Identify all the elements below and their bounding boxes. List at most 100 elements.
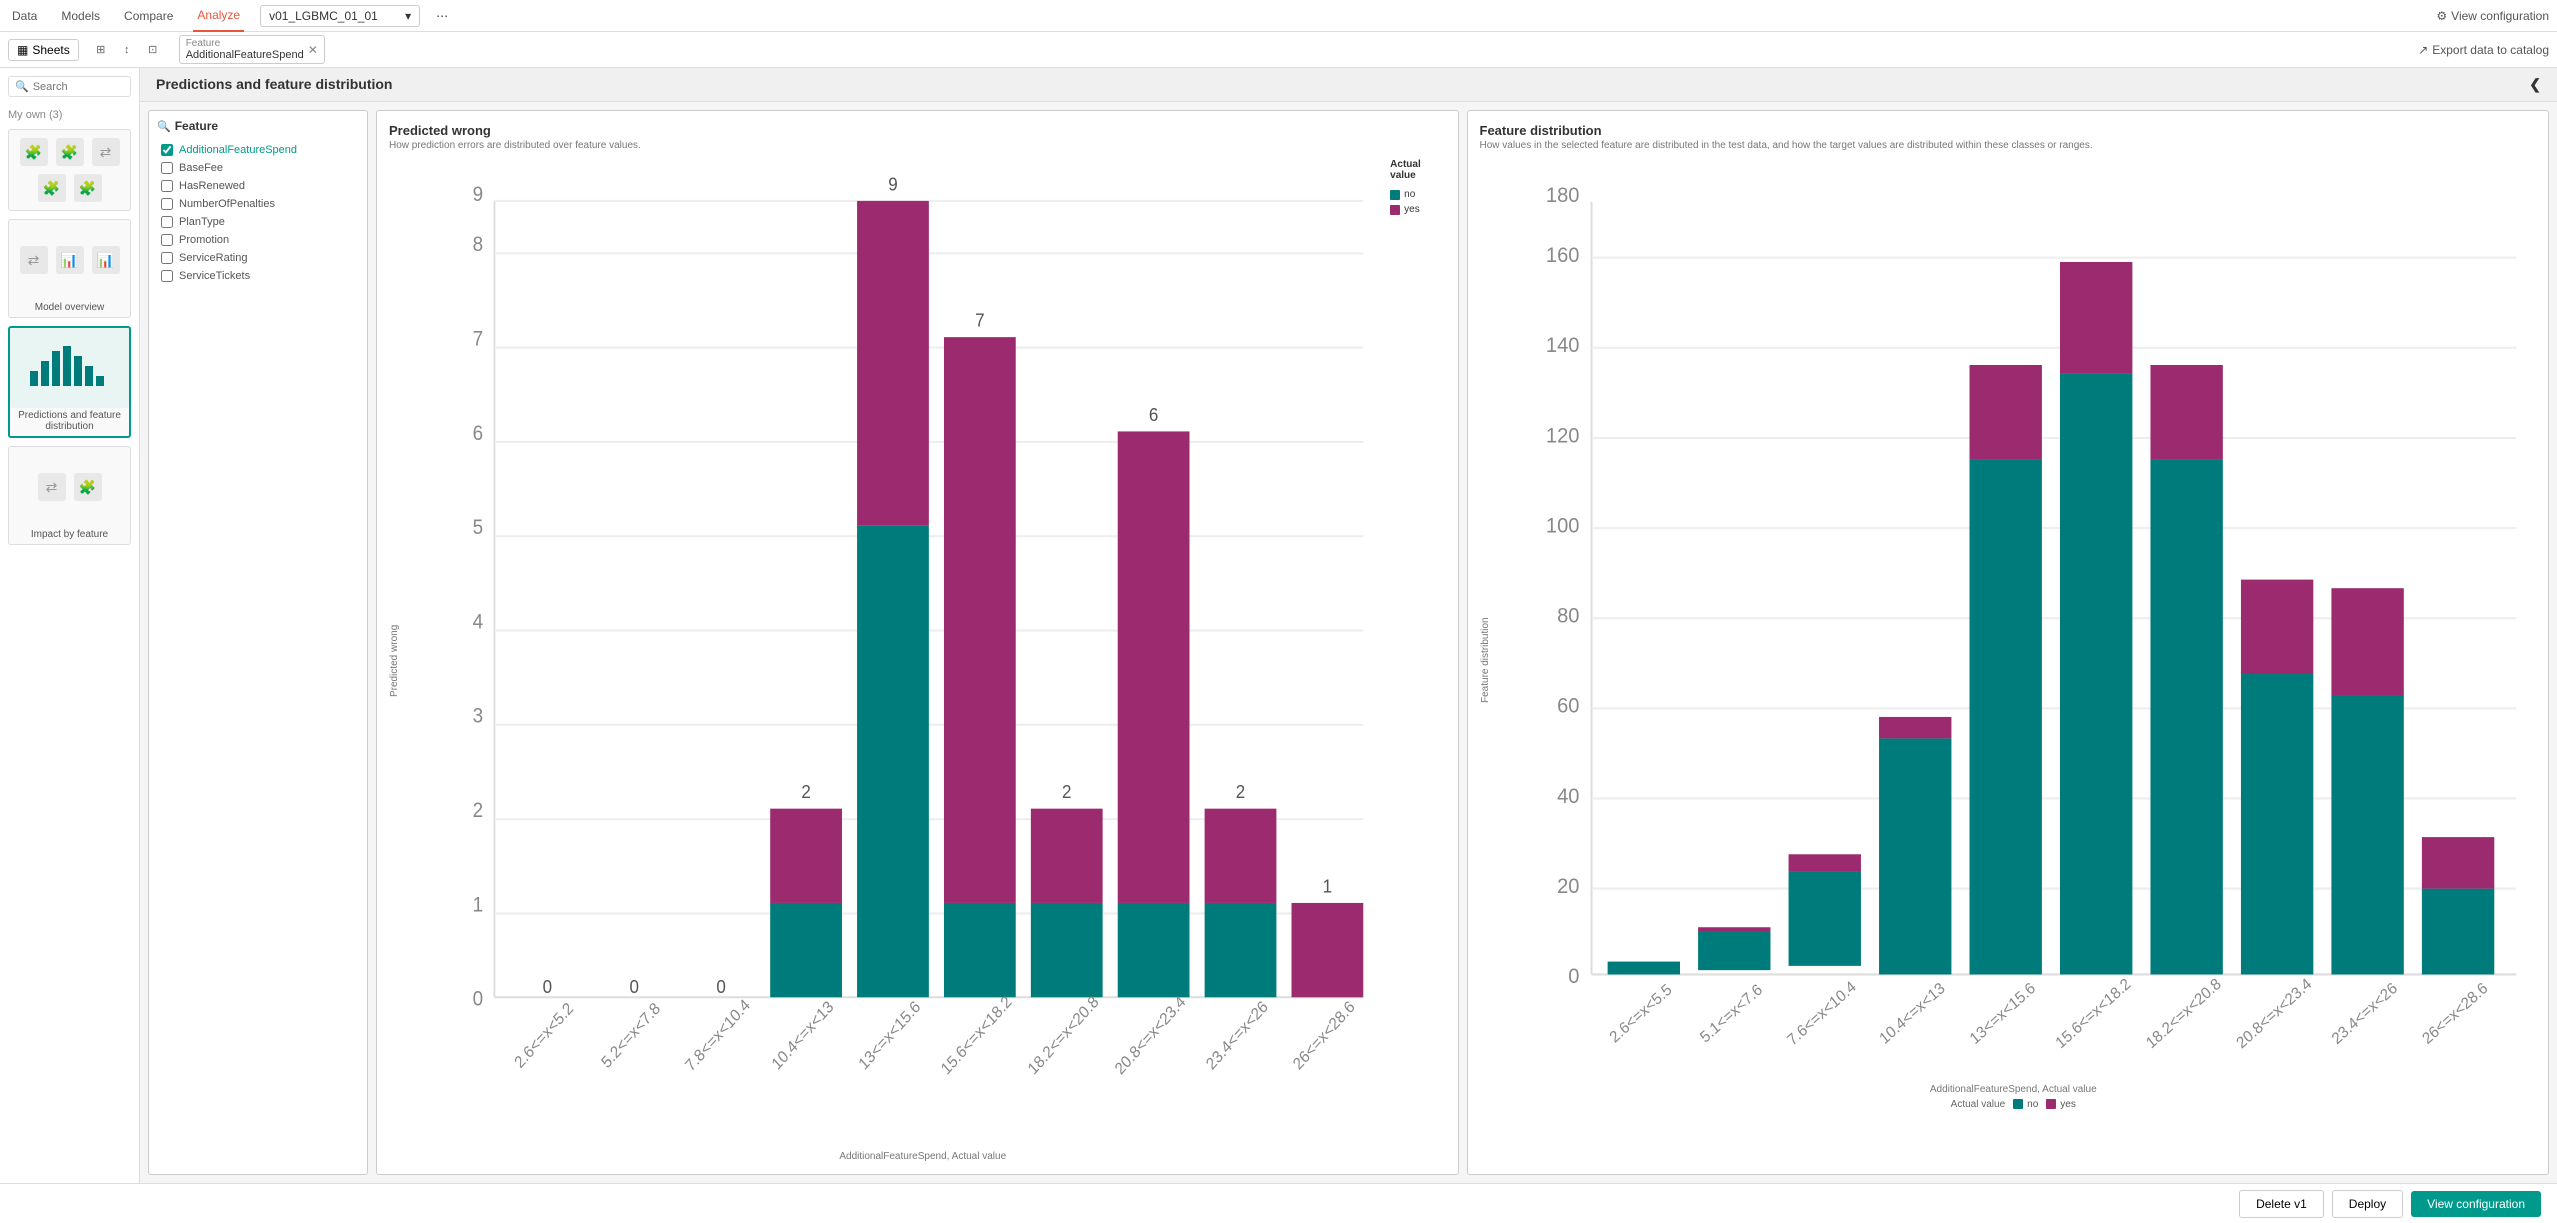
feature-label-2: HasRenewed [179, 180, 245, 192]
feature-item-servicerating[interactable]: ServiceRating [157, 249, 359, 267]
legend-dot-yes-1 [1390, 205, 1400, 215]
sheet-card-3-content [10, 328, 129, 408]
svg-text:1: 1 [1323, 876, 1332, 897]
svg-text:15.6<=x<18.2: 15.6<=x<18.2 [2052, 975, 2133, 1052]
dist-dot-yes [2046, 1099, 2056, 1109]
nav-models[interactable]: Models [57, 0, 104, 32]
export-icon: ↗ [2418, 43, 2428, 57]
deploy-button[interactable]: Deploy [2332, 1190, 2403, 1218]
feature-label-5: Promotion [179, 234, 229, 246]
search-icon: 🔍 [15, 80, 29, 93]
model-dropdown[interactable]: v01_LGBMC_01_01 ▾ [260, 5, 420, 27]
feature-checkbox-5[interactable] [161, 234, 173, 246]
sheet-card-predictions[interactable]: Predictions and feature distribution [8, 326, 131, 438]
bottom-bar: Delete v1 Deploy View configuration [0, 1183, 2557, 1223]
model-overview-label: Model overview [9, 300, 130, 317]
nav-left-icon[interactable]: ❮ [2529, 76, 2541, 93]
sheet-card-model-overview[interactable]: ⇄ 📊 📊 Model overview [8, 219, 131, 318]
icon-btn-1[interactable]: ⊞ [91, 40, 111, 60]
feature-item-basefee[interactable]: BaseFee [157, 159, 359, 177]
feature-item-servicetickets[interactable]: ServiceTickets [157, 267, 359, 285]
dist-x-label: AdditionalFeatureSpend, Actual value [1491, 1084, 2537, 1095]
legend-dot-no-1 [1390, 190, 1400, 200]
svg-text:1: 1 [473, 893, 484, 916]
svg-text:10.4<=x<13: 10.4<=x<13 [769, 998, 837, 1074]
view-config-button[interactable]: View configuration [2411, 1191, 2541, 1217]
feature-item-numberofpenalties[interactable]: NumberOfPenalties [157, 195, 359, 213]
feature-item-hasrenewed[interactable]: HasRenewed [157, 177, 359, 195]
svg-text:40: 40 [1557, 784, 1579, 808]
svg-text:9: 9 [473, 183, 484, 206]
nav-compare[interactable]: Compare [120, 0, 177, 32]
feature-checkbox-7[interactable] [161, 270, 173, 282]
arrows-icon-3: ⇄ [38, 473, 66, 501]
model-dropdown-value: v01_LGBMC_01_01 [269, 9, 378, 23]
view-config-label: View configuration [2451, 9, 2549, 23]
feature-tag-name: AdditionalFeatureSpend [186, 49, 304, 61]
charts-area: Predicted wrong How prediction errors ar… [376, 110, 2549, 1175]
feature-item-additionalfeaturespend[interactable]: AdditionalFeatureSpend [157, 141, 359, 159]
panel-title: Predictions and feature distribution ❮ [140, 68, 2557, 102]
feature-label-7: ServiceTickets [179, 270, 250, 282]
panel-title-text: Predictions and feature distribution [156, 76, 392, 92]
top-nav: Data Models Compare Analyze v01_LGBMC_01… [0, 0, 2557, 32]
feature-label-4: PlanType [179, 216, 225, 228]
feature-checkbox-1[interactable] [161, 162, 173, 174]
feature-label-3: NumberOfPenalties [179, 198, 275, 210]
feature-checkbox-4[interactable] [161, 216, 173, 228]
predictions-label: Predictions and feature distribution [10, 408, 129, 436]
delete-button[interactable]: Delete v1 [2239, 1190, 2324, 1218]
nav-analyze[interactable]: Analyze [193, 0, 244, 32]
dist-label-yes: yes [2060, 1099, 2076, 1110]
actual-value-label: Actual value [1951, 1099, 2005, 1110]
legend-label-yes-1: yes [1404, 204, 1420, 215]
svg-text:20.8<=x<23.4: 20.8<=x<23.4 [1112, 993, 1189, 1078]
grid-icon: ▦ [17, 43, 28, 57]
svg-text:20.8<=x<23.4: 20.8<=x<23.4 [2233, 975, 2315, 1052]
sheet-card-impact[interactable]: ⇄ 🧩 Impact by feature [8, 446, 131, 545]
svg-text:100: 100 [1545, 514, 1579, 538]
export-btn[interactable]: ↗ Export data to catalog [2418, 43, 2549, 57]
svg-text:26<=x<28.6: 26<=x<28.6 [1290, 998, 1358, 1074]
nav-data[interactable]: Data [8, 0, 41, 32]
svg-text:3: 3 [473, 705, 484, 728]
feature-distribution-chart: Feature distribution How values in the s… [1467, 110, 2550, 1175]
feature-item-promotion[interactable]: Promotion [157, 231, 359, 249]
feature-checkbox-6[interactable] [161, 252, 173, 264]
svg-text:160: 160 [1545, 243, 1579, 267]
my-own-label: My own (3) [0, 105, 139, 125]
sheet-card-4-content: ⇄ 🧩 [9, 447, 130, 527]
sheet-card-2-icons: ⇄ 📊 📊 [20, 246, 120, 274]
close-icon[interactable]: ✕ [308, 43, 318, 57]
svg-text:180: 180 [1545, 183, 1579, 207]
feature-checkbox-3[interactable] [161, 198, 173, 210]
feature-checkbox-0[interactable] [161, 144, 173, 156]
view-config-btn[interactable]: ⚙ View configuration [2436, 9, 2549, 23]
sheets-button[interactable]: ▦ Sheets [8, 39, 79, 61]
search-input[interactable] [33, 81, 124, 93]
predicted-chart-with-legend: 0 1 2 3 4 5 6 7 8 9 [400, 159, 1446, 1123]
svg-text:6: 6 [473, 422, 484, 445]
sheets-label: Sheets [32, 43, 69, 57]
predicted-legend-title: Actual value [1390, 159, 1445, 181]
svg-text:18.2<=x<20.8: 18.2<=x<20.8 [2143, 975, 2224, 1052]
icon-btn-2[interactable]: ↕ [117, 40, 137, 60]
feature-list: AdditionalFeatureSpend BaseFee HasRenewe… [157, 141, 359, 285]
sheet-card-1[interactable]: 🧩 🧩 ⇄ 🧩 🧩 [8, 129, 131, 211]
feature-checkbox-2[interactable] [161, 180, 173, 192]
feature-dist-subtitle: How values in the selected feature are d… [1480, 140, 2537, 151]
svg-text:2: 2 [473, 799, 484, 822]
svg-text:7: 7 [975, 310, 984, 331]
svg-text:13<=x<15.6: 13<=x<15.6 [1966, 980, 2038, 1048]
legend-yes-1: yes [1390, 204, 1445, 215]
search-box[interactable]: 🔍 [8, 76, 131, 97]
feature-panel: 🔍 Feature AdditionalFeatureSpend BaseFee [148, 110, 368, 1175]
more-icon[interactable]: ⋯ [436, 9, 448, 23]
feature-item-plantype[interactable]: PlanType [157, 213, 359, 231]
svg-text:2.6<=x<5.2: 2.6<=x<5.2 [512, 1000, 577, 1072]
predicted-x-label: AdditionalFeatureSpend, Actual value [400, 1151, 1446, 1162]
svg-text:60: 60 [1557, 694, 1579, 718]
icon-btn-3[interactable]: ⊡ [143, 40, 163, 60]
puzzle-icon-2: 🧩 [56, 138, 84, 166]
feature-dist-title: Feature distribution [1480, 123, 2537, 138]
